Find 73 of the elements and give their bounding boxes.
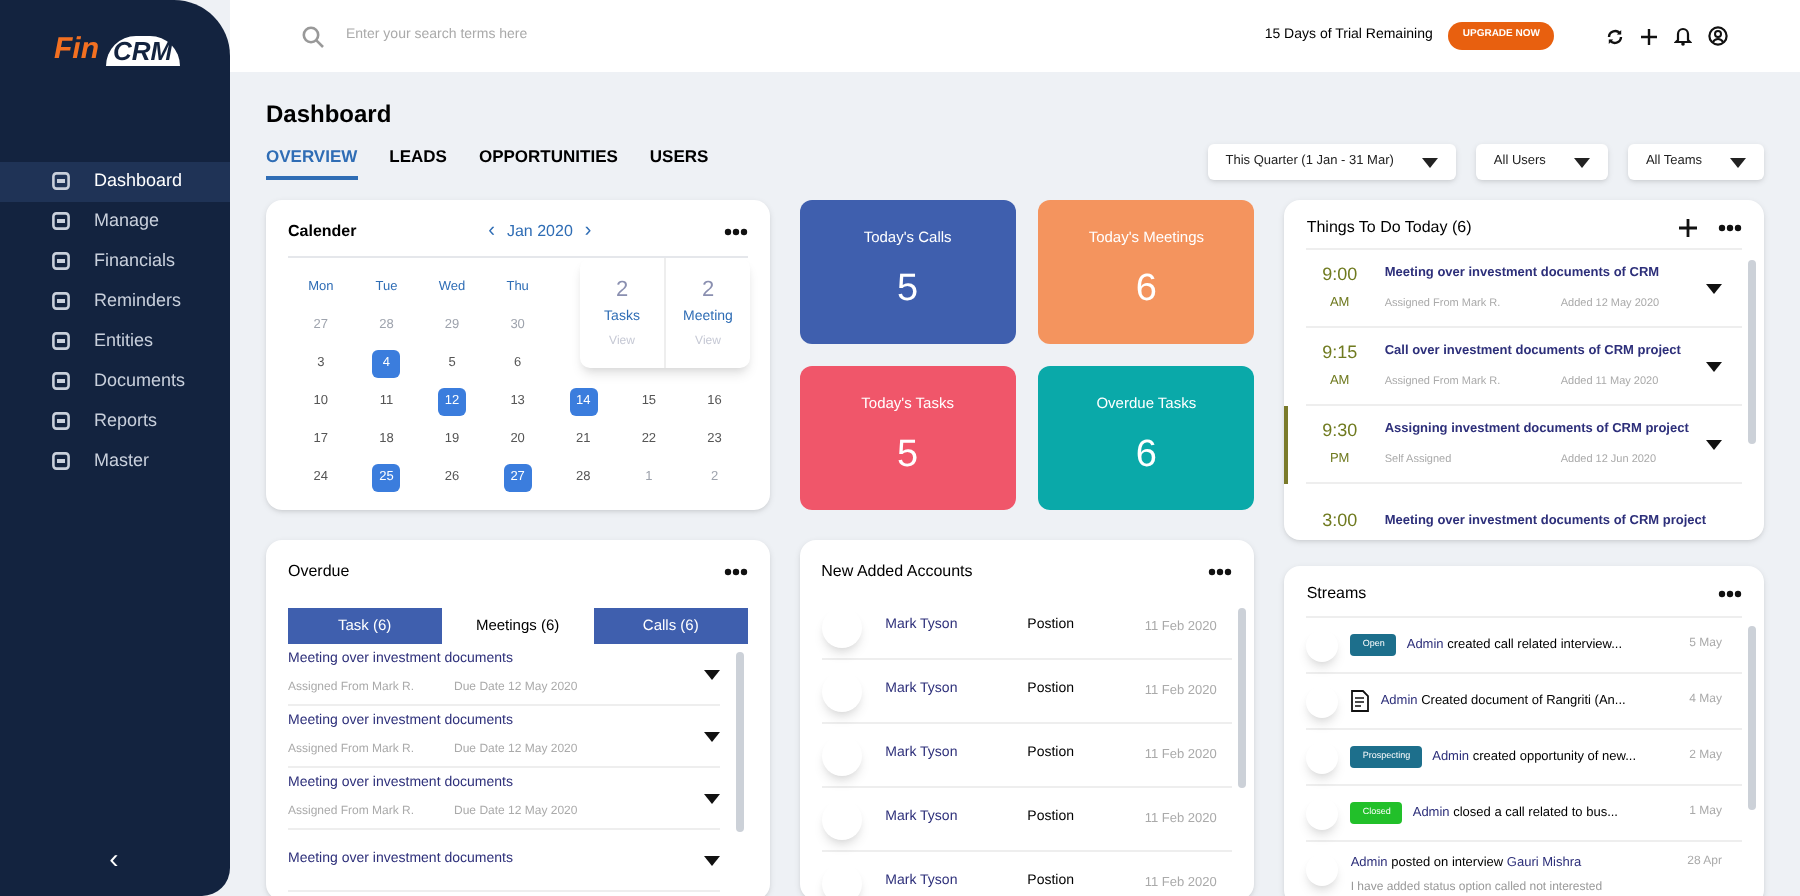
tile-value: 5 [897, 266, 919, 315]
card-title: Calender [288, 219, 357, 243]
plus-icon [1640, 27, 1658, 45]
tile-value: 6 [1135, 266, 1157, 315]
square-icon [52, 372, 70, 390]
card-title: New Added Accounts [821, 560, 973, 584]
avatar [1306, 854, 1339, 886]
avatar [1306, 741, 1339, 773]
more-icon [1718, 224, 1743, 232]
card-title: Streams [1306, 582, 1367, 606]
caret-icon [703, 855, 720, 865]
sidebar-item[interactable]: Reports [0, 401, 230, 441]
sidebar-item[interactable]: Manage [0, 201, 230, 241]
time-text: 9:00 [1322, 261, 1358, 288]
caret-icon [703, 669, 720, 679]
previous-button[interactable]: ‹ [488, 216, 495, 246]
more-icon [1718, 590, 1743, 598]
caret-icon [703, 731, 720, 741]
square-icon [52, 332, 70, 350]
avatar [1306, 685, 1339, 717]
caret-icon [1730, 157, 1746, 167]
square-icon [52, 212, 70, 230]
square-icon [52, 172, 70, 190]
collapse-button[interactable]: ‹ [100, 838, 128, 880]
tile-value: 5 [897, 432, 919, 481]
caret-icon [1421, 157, 1438, 167]
bell-icon [1674, 26, 1692, 46]
sidebar-item[interactable]: Dashboard [0, 161, 230, 201]
caret-icon [1706, 439, 1723, 449]
plus-icon [1678, 218, 1699, 238]
sidebar-item[interactable]: Financials [0, 241, 230, 281]
caret-icon [1706, 361, 1723, 371]
month-label: Jan 2020 [506, 219, 573, 243]
refresh-icon [1606, 27, 1624, 45]
sidebar-item[interactable]: Entities [0, 321, 230, 361]
tab[interactable]: OVERVIEW [266, 144, 358, 180]
sidebar-item[interactable]: Reminders [0, 281, 230, 321]
event-count: 2 [701, 276, 715, 306]
sidebar-item[interactable]: Master [0, 441, 230, 481]
search-icon [302, 25, 324, 47]
document-icon [1350, 690, 1371, 712]
avatar [821, 671, 862, 711]
avatar [1306, 629, 1339, 661]
event-count: 2 [615, 276, 629, 306]
tab[interactable]: USERS [649, 144, 709, 180]
time-text: 9:15 [1322, 339, 1358, 366]
sidebar-item[interactable]: Documents [0, 361, 230, 401]
tab[interactable]: LEADS [389, 144, 447, 180]
avatar [1306, 797, 1339, 829]
user-icon [1708, 26, 1728, 46]
more-icon [723, 227, 748, 235]
caret-icon [1573, 157, 1590, 167]
avatar [821, 799, 862, 839]
card-title: Overdue [288, 560, 350, 584]
logo-text: CRM [105, 35, 181, 66]
tile-value: 6 [1135, 432, 1157, 481]
time-text: 9:30 [1322, 417, 1358, 444]
logo-text: Fin [54, 30, 99, 70]
caret-icon [703, 793, 720, 803]
avatar [821, 607, 862, 647]
page-title: Dashboard [266, 98, 394, 132]
caret-icon [1706, 283, 1723, 293]
square-icon [52, 252, 70, 270]
next-button[interactable]: › [584, 216, 592, 246]
more-icon [1208, 568, 1233, 576]
square-icon [52, 292, 70, 310]
time-text: 3:00 [1322, 508, 1358, 535]
card-title: Things To Do Today (6) [1306, 216, 1474, 240]
square-icon [52, 412, 70, 430]
more-icon [723, 568, 748, 576]
tab[interactable]: OPPORTUNITIES [478, 144, 618, 180]
square-icon [52, 452, 70, 470]
avatar [821, 735, 862, 775]
